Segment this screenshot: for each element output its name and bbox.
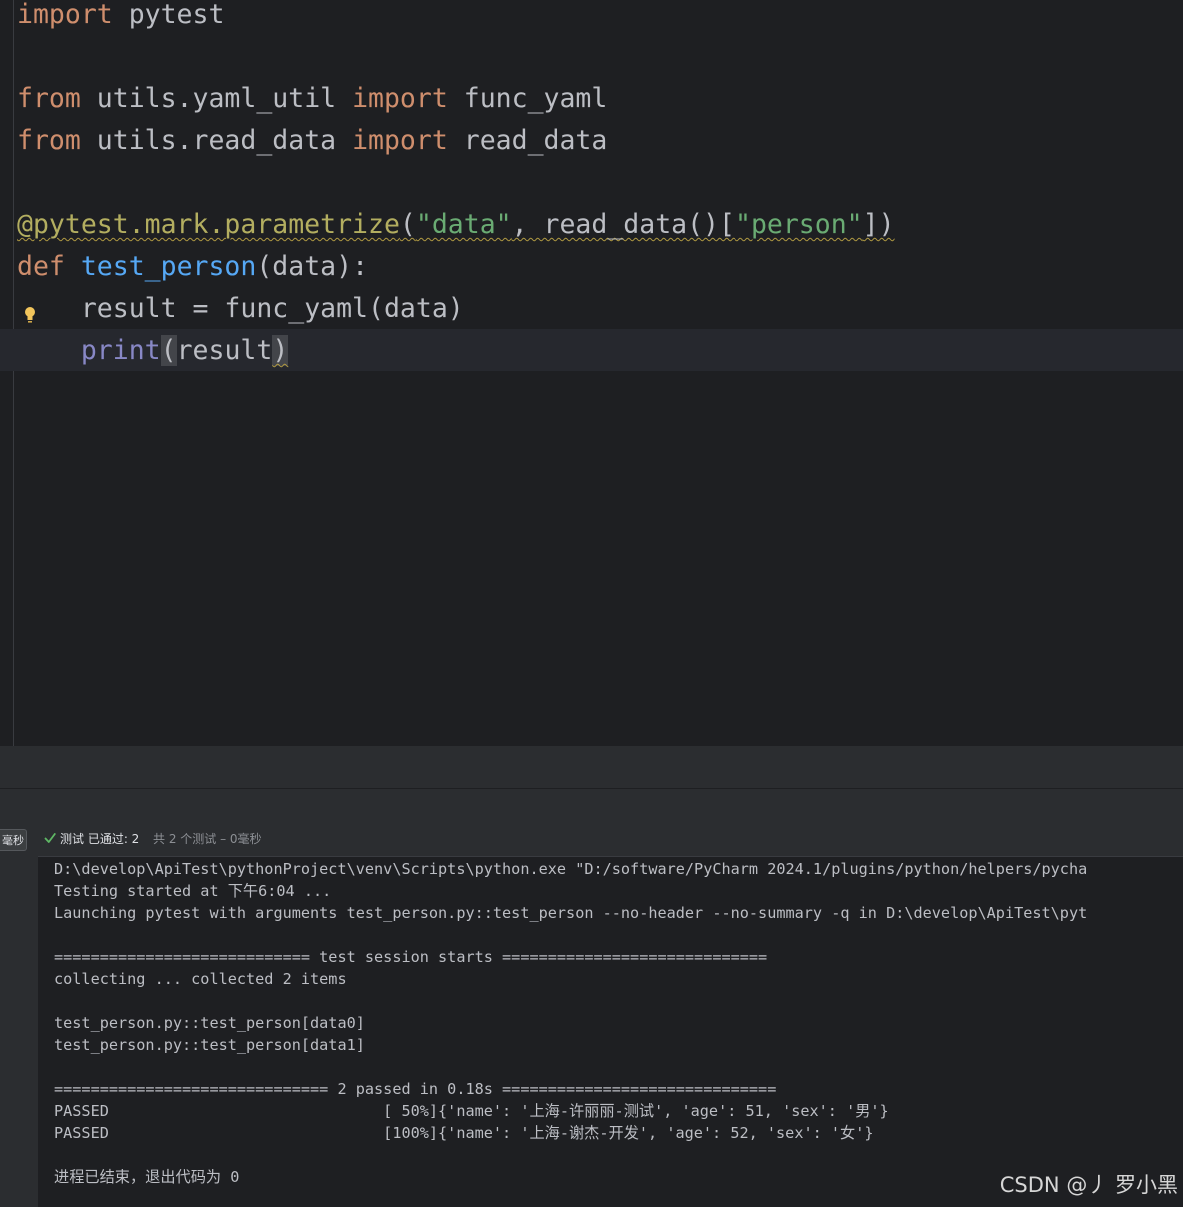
keyword-import: import: [352, 83, 448, 114]
gutter-divider: [13, 0, 14, 746]
console-line: 进程已结束，退出代码为 0: [54, 1168, 240, 1186]
module-name: utils.read_data: [80, 125, 353, 156]
watermark: CSDN @丿 罗小黑: [999, 1173, 1178, 1197]
console-line: Testing started at 下午6:04 ...: [54, 882, 332, 900]
console-line: ============================== 2 passed …: [54, 1080, 777, 1098]
check-icon: [44, 833, 56, 843]
decorator: @pytest.mark.parametrize: [17, 209, 400, 240]
code-line-6[interactable]: @pytest.mark.parametrize("data", read_da…: [17, 204, 895, 246]
console-line: Launching pytest with arguments test_per…: [54, 904, 1088, 922]
run-toolbar: [0, 789, 1183, 823]
code-line-1[interactable]: import pytest: [17, 0, 224, 36]
run-console[interactable]: D:\develop\ApiTest\pythonProject\venv\Sc…: [38, 857, 1183, 1207]
parameters: (data):: [256, 251, 369, 282]
console-line: PASSED [100%]{'name': '上海-谢杰-开发', 'age':…: [54, 1124, 874, 1142]
test-tree-panel: [0, 822, 38, 1207]
imported-name: read_data: [447, 125, 608, 156]
function-name: test_person: [80, 251, 257, 282]
matched-paren: ): [272, 335, 289, 366]
keyword-from: from: [17, 125, 81, 156]
console-line: test_person.py::test_person[data0]: [54, 1014, 365, 1032]
warning-squiggle[interactable]: @pytest.mark.parametrize("data", read_da…: [17, 209, 895, 240]
module-name: pytest: [112, 0, 225, 30]
tests-summary: 共 2 个测试 – 0毫秒: [153, 832, 262, 846]
code-line-7[interactable]: def test_person(data):: [17, 246, 368, 288]
console-line: PASSED [ 50%]{'name': '上海-许丽丽-测试', 'age'…: [54, 1102, 889, 1120]
code-line-9[interactable]: print(result): [17, 330, 289, 372]
paren: (: [399, 209, 416, 240]
code-line-4[interactable]: from utils.read_data import read_data: [17, 120, 607, 162]
keyword-from: from: [17, 83, 81, 114]
code-line-8[interactable]: result = func_yaml(data): [17, 288, 464, 330]
matched-paren: (: [160, 335, 177, 366]
keyword-import: import: [17, 0, 113, 30]
code-line-3[interactable]: from utils.yaml_util import func_yaml: [17, 78, 607, 120]
console-line: ============================ test sessio…: [54, 948, 768, 966]
statement: result = func_yaml(data): [80, 293, 464, 324]
imported-name: func_yaml: [447, 83, 608, 114]
paren: ]): [862, 209, 895, 240]
string-literal: "data": [415, 209, 512, 240]
expression: , read_data()[: [511, 209, 735, 240]
string-literal: "person": [734, 209, 863, 240]
panel-splitter[interactable]: [0, 746, 1183, 789]
tests-passed-label: 测试 已通过: 2: [60, 832, 140, 846]
keyword-def: def: [17, 251, 65, 282]
console-line: D:\develop\ApiTest\pythonProject\venv\Sc…: [54, 860, 1088, 878]
argument: result: [176, 335, 273, 366]
module-name: utils.yaml_util: [80, 83, 353, 114]
test-status-bar: 测试 已通过: 2 共 2 个测试 – 0毫秒: [38, 822, 1183, 857]
console-line: test_person.py::test_person[data1]: [54, 1036, 365, 1054]
keyword-import: import: [352, 125, 448, 156]
code-editor[interactable]: import pytest from utils.yaml_util impor…: [0, 0, 1183, 746]
duration-badge: 毫秒: [0, 829, 27, 851]
console-line: collecting ... collected 2 items: [54, 970, 347, 988]
builtin-print: print: [80, 335, 161, 366]
